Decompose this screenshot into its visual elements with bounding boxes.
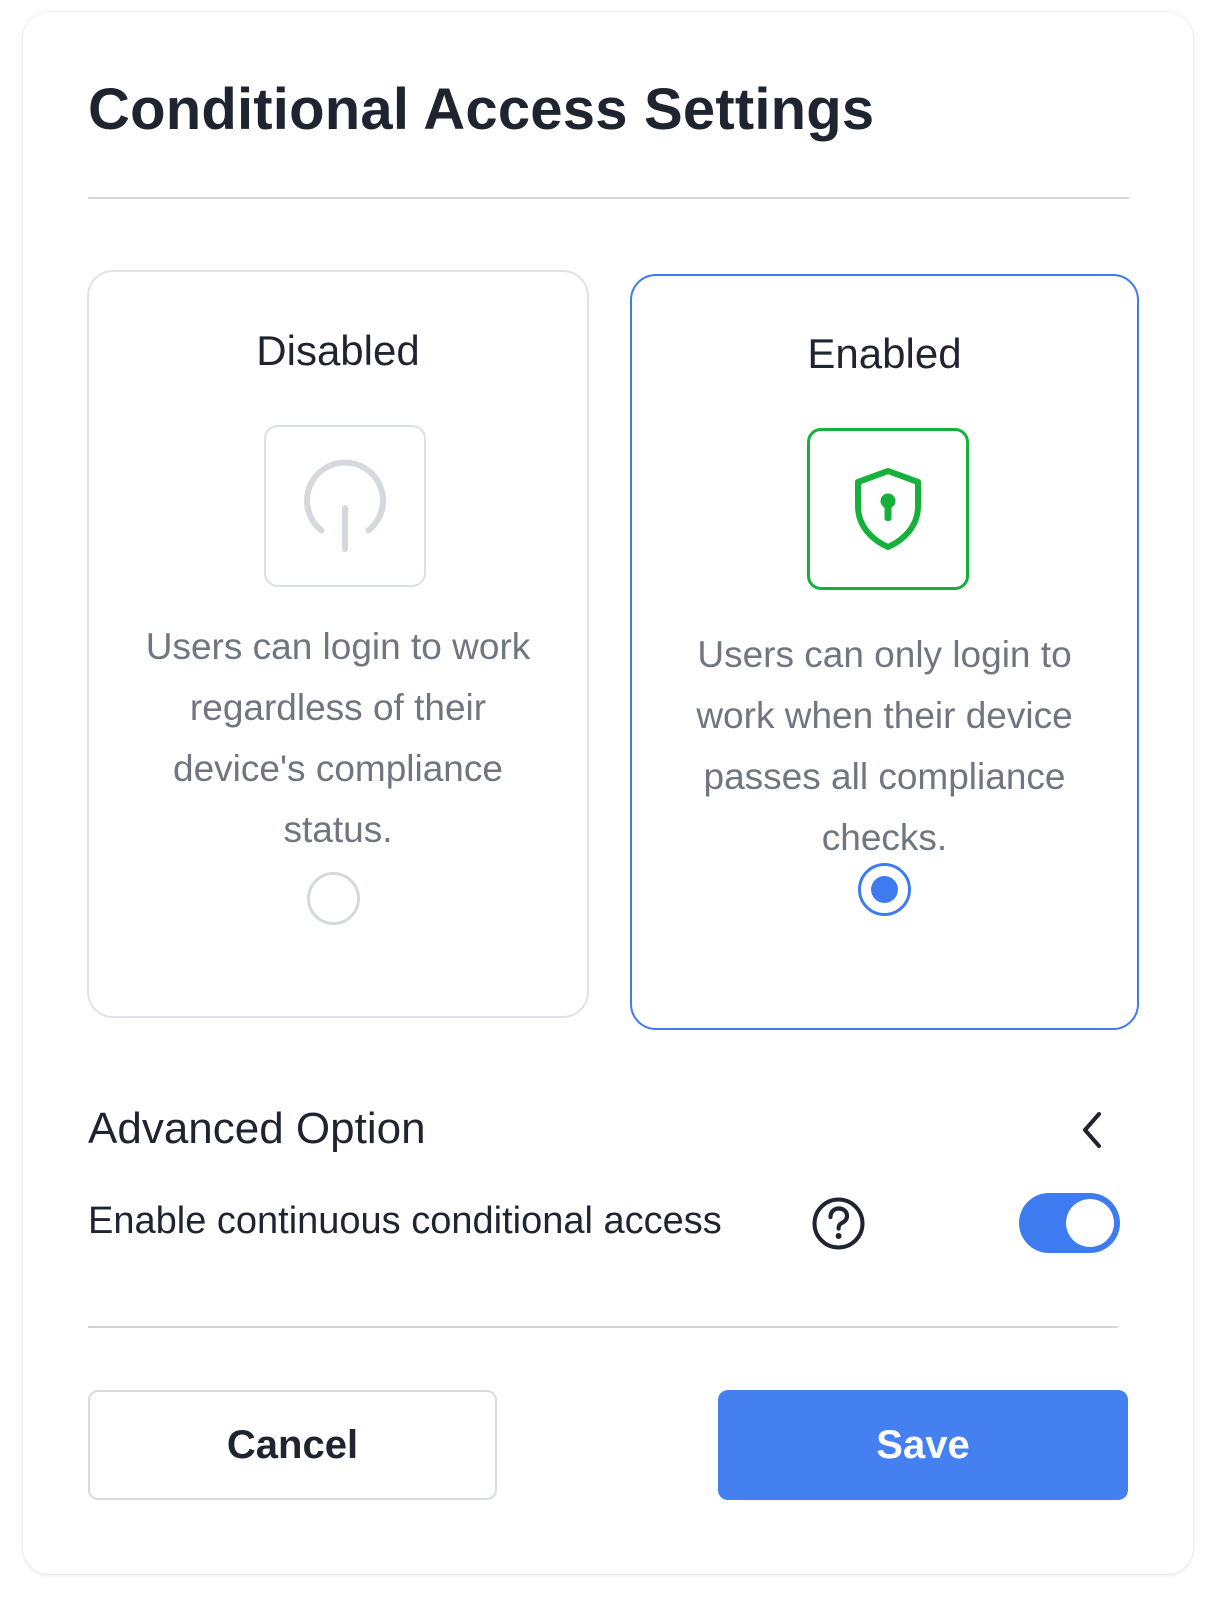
save-button[interactable]: Save [718, 1390, 1128, 1500]
help-button[interactable] [811, 1196, 866, 1251]
disabled-option-card[interactable]: Disabled Users can login to work regardl… [87, 270, 589, 1018]
enabled-option-title: Enabled [807, 330, 962, 377]
chevron-left-icon [1083, 1112, 1101, 1148]
enabled-option-description: Users can only login to work when their … [696, 634, 1073, 858]
enabled-option-card[interactable]: Enabled Users can only login to work whe… [630, 274, 1139, 1030]
dialog-title: Conditional Access Settings [88, 77, 875, 142]
question-circle-icon [812, 1197, 865, 1250]
enabled-radio[interactable] [858, 863, 911, 916]
footer-divider [88, 1326, 1118, 1328]
disabled-option-title: Disabled [256, 327, 420, 374]
power-icon [304, 459, 386, 552]
advanced-option-title: Advanced Option [88, 1104, 426, 1153]
radio-selected-dot [871, 876, 898, 903]
advanced-expand-button[interactable] [1070, 1108, 1114, 1152]
shield-lock-icon [855, 468, 921, 550]
enabled-icon-box [807, 428, 969, 590]
toggle-knob [1066, 1199, 1114, 1247]
disabled-option-description: Users can login to work regardless of th… [145, 626, 531, 850]
title-divider [88, 197, 1129, 199]
continuous-access-label: Enable continuous conditional access [88, 1200, 722, 1242]
cancel-button[interactable]: Cancel [88, 1390, 497, 1500]
disabled-radio[interactable] [307, 872, 360, 925]
continuous-access-toggle[interactable] [1019, 1193, 1120, 1253]
disabled-icon-box [264, 425, 426, 587]
